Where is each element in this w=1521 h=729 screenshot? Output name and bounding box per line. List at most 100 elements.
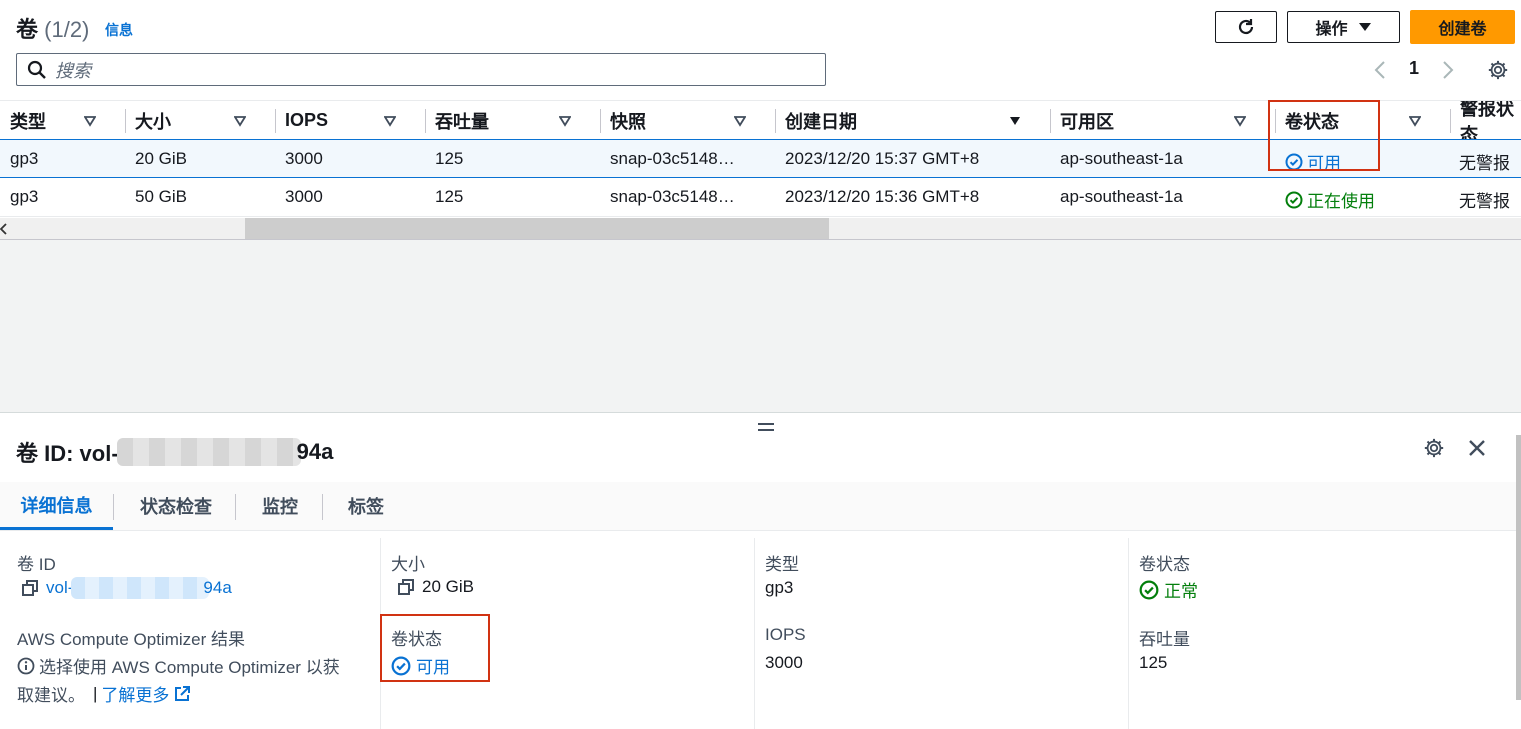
cell-iops: 3000 xyxy=(285,187,323,206)
tab-details[interactable]: 详细信息 xyxy=(0,482,113,530)
page-number[interactable]: 1 xyxy=(1409,58,1419,79)
size-text: 20 GiB xyxy=(422,577,474,596)
detail-tabs: 详细信息 状态检查 监控 标签 xyxy=(0,482,1521,531)
throughput-label: 吞吐量 xyxy=(1139,630,1190,649)
cell-snapshot[interactable]: snap-03c5148… xyxy=(610,149,735,169)
empty-area xyxy=(0,240,1521,413)
search-input[interactable]: 搜索 xyxy=(16,53,826,86)
settings-icon[interactable] xyxy=(1487,59,1509,81)
volume-id-suffix: 94a xyxy=(203,578,232,597)
cell-throughput: 125 xyxy=(435,187,464,206)
throughput-value: 125 xyxy=(1139,653,1168,672)
close-icon[interactable] xyxy=(1467,438,1487,458)
tab-monitoring[interactable]: 监控 xyxy=(262,482,298,530)
copy-icon[interactable] xyxy=(20,578,40,598)
column-label: 创建日期 xyxy=(785,111,857,132)
size-label: 大小 xyxy=(391,555,425,574)
horizontal-scrollbar[interactable] xyxy=(0,218,1521,240)
type-label: 类型 xyxy=(765,555,799,574)
highlight-box xyxy=(1268,100,1380,171)
cell-snapshot[interactable]: snap-03c5148… xyxy=(610,187,735,207)
optimizer-label: AWS Compute Optimizer 结果 xyxy=(17,630,245,649)
optimizer-text-1: 选择使用 AWS Compute Optimizer 以获 xyxy=(39,658,340,677)
status-ok-icon xyxy=(1139,580,1159,599)
table-row[interactable]: gp3 50 GiB 3000 125 snap-03c5148… 2023/1… xyxy=(0,178,1521,217)
tab-tags[interactable]: 标签 xyxy=(348,482,384,530)
column-header-alarm[interactable]: 警报状态 xyxy=(1450,101,1521,140)
column-header-created[interactable]: 创建日期 xyxy=(775,101,1040,140)
volume-id-value: vol- 94a xyxy=(20,577,232,599)
search-placeholder: 搜索 xyxy=(55,60,91,81)
cell-az: ap-southeast-1a xyxy=(1060,149,1183,168)
cell-az: ap-southeast-1a xyxy=(1060,187,1183,206)
actions-label: 操作 xyxy=(1315,21,1348,38)
search-icon xyxy=(27,60,46,79)
type-value: gp3 xyxy=(765,578,794,597)
info-link[interactable]: 信息 xyxy=(105,20,133,40)
settings-icon[interactable] xyxy=(1423,437,1445,459)
column-label: 可用区 xyxy=(1060,111,1114,132)
cell-created: 2023/12/20 15:36 GMT+8 xyxy=(785,187,980,206)
cell-type: gp3 xyxy=(10,187,39,206)
copy-icon[interactable] xyxy=(396,577,416,597)
column-header-type[interactable]: 类型 xyxy=(0,101,110,140)
column-label: 快照 xyxy=(610,111,646,132)
column-label: 警报状态 xyxy=(1460,101,1514,140)
optimizer-text: 选择使用 AWS Compute Optimizer 以获 xyxy=(17,653,340,678)
column-label: 吞吐量 xyxy=(435,111,489,132)
sort-icon xyxy=(1234,116,1246,127)
actions-button[interactable]: 操作 xyxy=(1287,11,1400,43)
page-title: 卷 (1/2) xyxy=(16,12,89,44)
column-header-throughput[interactable]: 吞吐量 xyxy=(425,101,590,140)
caret-down-icon xyxy=(1358,23,1371,31)
sort-icon xyxy=(1010,117,1020,125)
refresh-button[interactable] xyxy=(1215,11,1277,43)
learn-more-label: 了解更多 xyxy=(101,686,170,705)
volume-id-link[interactable]: vol- 94a xyxy=(46,577,232,599)
highlight-box xyxy=(380,614,490,682)
learn-more-link[interactable]: 了解更多 xyxy=(101,681,191,706)
cell-created: 2023/12/20 15:37 GMT+8 xyxy=(785,149,980,168)
column-header-snapshot[interactable]: 快照 xyxy=(600,101,765,140)
column-divider xyxy=(754,538,755,729)
external-link-icon xyxy=(175,685,191,701)
volume-id-label: 卷 ID xyxy=(17,555,56,574)
column-header-az[interactable]: 可用区 xyxy=(1050,101,1265,140)
column-label: IOPS xyxy=(285,110,329,130)
detail-title-prefix: 卷 ID: vol- xyxy=(16,441,119,466)
state-text: 正在使用 xyxy=(1307,192,1375,211)
column-label: 类型 xyxy=(10,111,46,132)
scrollbar-thumb[interactable] xyxy=(245,218,829,239)
column-header-iops[interactable]: IOPS xyxy=(275,101,415,140)
sort-icon xyxy=(559,116,571,127)
cell-iops: 3000 xyxy=(285,149,323,168)
status-value: 正常 xyxy=(1139,577,1198,602)
tab-divider xyxy=(113,494,114,520)
scroll-left-icon[interactable] xyxy=(0,223,8,235)
chevron-right-icon[interactable] xyxy=(1440,60,1456,80)
size-value: 20 GiB xyxy=(396,577,474,597)
cell-size: 50 GiB xyxy=(135,187,187,206)
tab-status-checks[interactable]: 状态检查 xyxy=(140,482,212,530)
column-divider xyxy=(1128,538,1129,729)
volume-id-prefix: vol- xyxy=(46,578,74,597)
cell-alarm: 无警报 xyxy=(1459,154,1510,173)
vertical-scrollbar[interactable] xyxy=(1516,435,1521,700)
status-in-use-icon xyxy=(1285,191,1303,208)
tab-divider xyxy=(322,494,323,520)
optimizer-text-line2: 取建议。 | 了解更多 xyxy=(17,681,191,706)
cell-state: 正在使用 xyxy=(1285,187,1375,212)
chevron-left-icon[interactable] xyxy=(1372,60,1388,80)
detail-title-suffix: 94a xyxy=(296,439,334,464)
sort-icon xyxy=(234,116,246,127)
selection-count: (1/2) xyxy=(44,17,90,42)
create-volume-label: 创建卷 xyxy=(1438,21,1487,38)
tab-divider xyxy=(235,494,236,520)
drag-handle-icon[interactable] xyxy=(757,421,775,433)
info-icon xyxy=(17,657,35,674)
redacted-id xyxy=(71,577,210,599)
create-volume-button[interactable]: 创建卷 xyxy=(1410,10,1515,44)
column-header-size[interactable]: 大小 xyxy=(125,101,265,140)
refresh-icon xyxy=(1238,19,1254,35)
status-label: 卷状态 xyxy=(1139,555,1190,574)
